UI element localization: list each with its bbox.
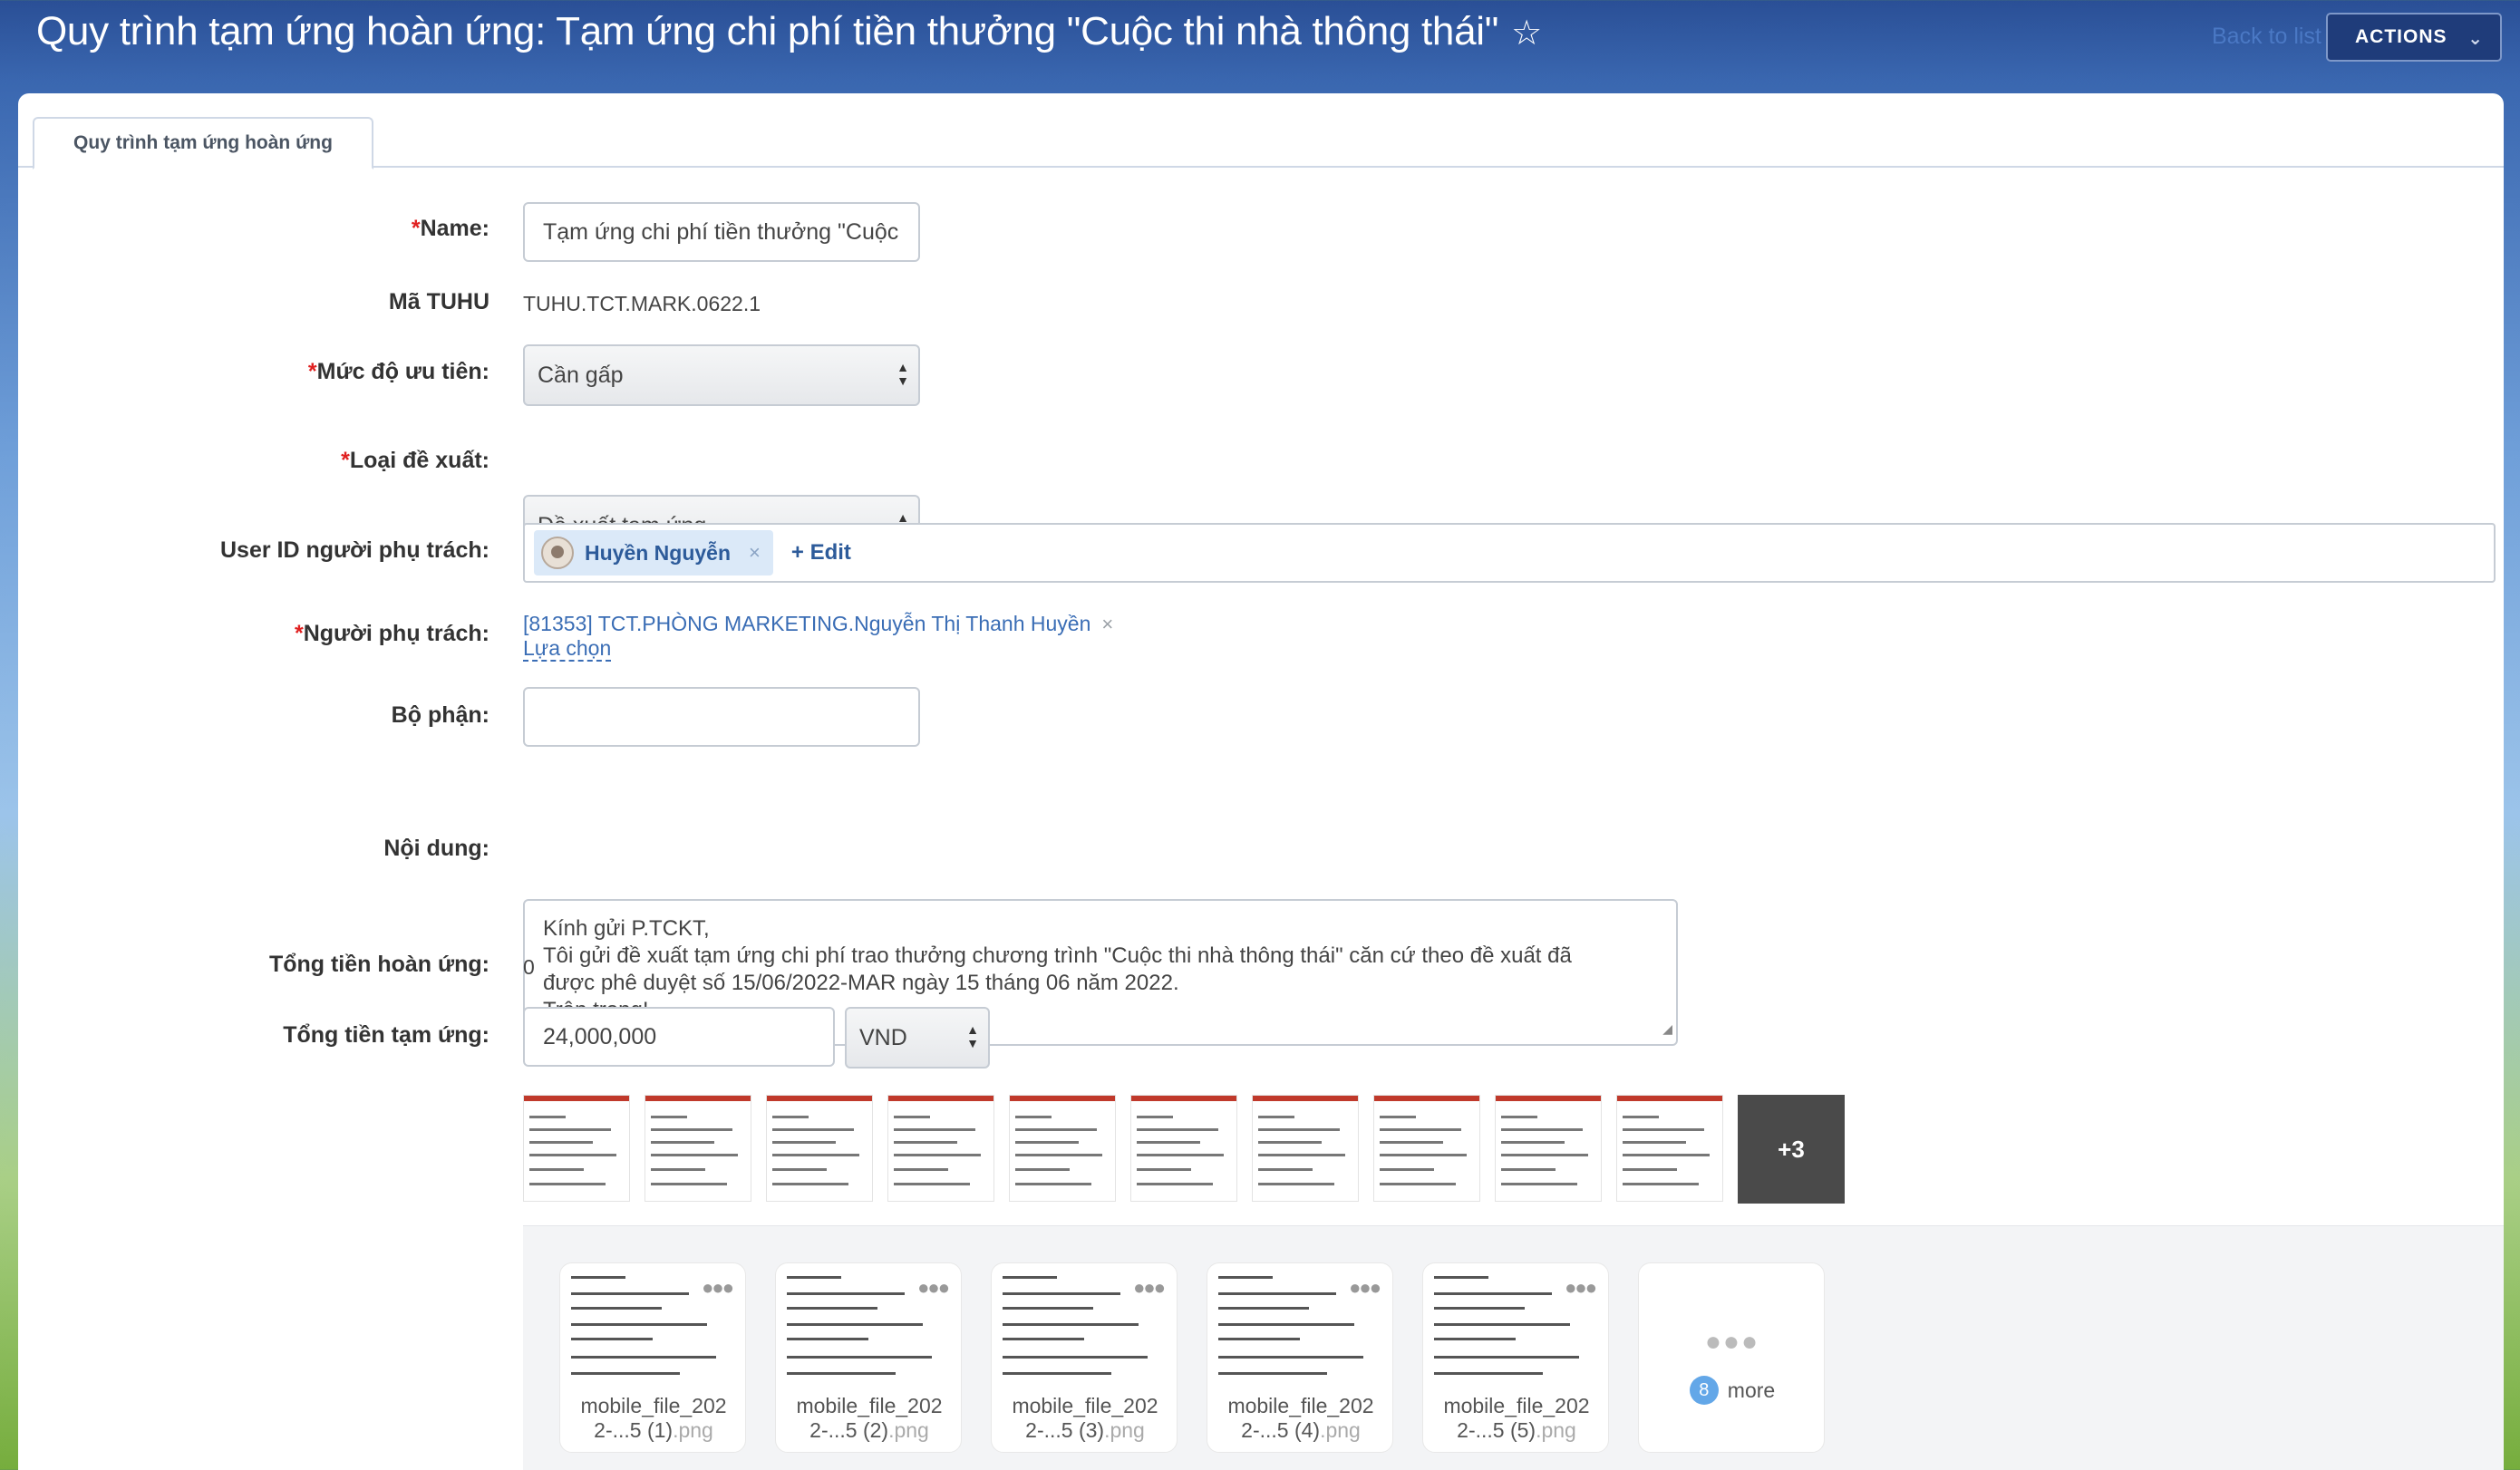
resize-handle-icon[interactable]: ◢ xyxy=(1662,1015,1672,1042)
page-title-text: Quy trình tạm ứng hoàn ứng: Tạm ứng chi … xyxy=(36,9,1499,53)
attachment-thumbnail[interactable] xyxy=(645,1095,751,1202)
department-label: Bộ phận: xyxy=(391,702,489,728)
code-label: Mã TUHU xyxy=(388,289,489,314)
close-icon[interactable]: × xyxy=(1101,613,1113,635)
advance-total-input[interactable]: 24,000,000 xyxy=(523,1007,835,1067)
content-label: Nội dung: xyxy=(383,836,489,861)
code-value: TUHU.TCT.MARK.0622.1 xyxy=(523,292,761,315)
owner-label: *Người phụ trách: xyxy=(294,621,489,646)
content-line: Tôi gửi đề xuất tạm ứng chi phí trao thư… xyxy=(543,943,1572,968)
attachment-thumbnail[interactable] xyxy=(523,1095,630,1202)
file-name: mobile_file_202 2-...5 (4).png xyxy=(1227,1394,1374,1442)
actions-label: ACTIONS xyxy=(2355,26,2447,47)
attachment-thumbnail[interactable] xyxy=(1130,1095,1237,1202)
owner-value[interactable]: [81353] TCT.PHÒNG MARKETING.Nguyễn Thị T… xyxy=(523,612,1090,635)
content-line: được phê duyệt số 15/06/2022-MAR ngày 15… xyxy=(543,971,1179,995)
user-id-box[interactable]: Huyền Nguyễn × + Edit xyxy=(523,523,2496,583)
select-arrows-icon: ▲▼ xyxy=(966,1022,979,1050)
file-name: mobile_file_202 2-...5 (2).png xyxy=(796,1394,943,1442)
file-name: mobile_file_202 2-...5 (5).png xyxy=(1443,1394,1590,1442)
refund-total-value: 0 xyxy=(523,955,535,979)
header-bar: Quy trình tạm ứng hoàn ứng: Tạm ứng chi … xyxy=(0,0,2520,94)
edit-user-link[interactable]: + Edit xyxy=(791,540,851,566)
priority-value: Cần gấp xyxy=(538,362,624,388)
tab-bar: Quy trình tạm ứng hoàn ứng xyxy=(18,117,2504,169)
file-card[interactable]: ●●● mobile_file_202 2-...5 (3).png xyxy=(991,1262,1178,1453)
file-card[interactable]: ●●● mobile_file_202 2-...5 (4).png xyxy=(1207,1262,1393,1453)
name-input[interactable]: Tạm ứng chi phí tiền thưởng "Cuộc xyxy=(523,202,920,262)
close-icon[interactable]: × xyxy=(749,541,761,565)
more-options-icon[interactable]: ●●● xyxy=(702,1276,734,1300)
more-options-icon[interactable]: ●●● xyxy=(1133,1276,1166,1300)
file-name: mobile_file_202 2-...5 (1).png xyxy=(580,1394,727,1442)
file-gallery: ●●● mobile_file_202 2-...5 (1).png ●●● mo… xyxy=(523,1225,2504,1470)
attachment-thumbnail[interactable] xyxy=(766,1095,873,1202)
attachment-thumbnail[interactable] xyxy=(887,1095,994,1202)
attachment-thumbnail[interactable] xyxy=(1373,1095,1480,1202)
more-options-icon[interactable]: ●●● xyxy=(917,1276,950,1300)
more-options-icon[interactable]: ●●● xyxy=(1565,1276,1597,1300)
attachment-thumbnail[interactable] xyxy=(1009,1095,1116,1202)
star-icon[interactable]: ☆ xyxy=(1511,15,1542,53)
more-count-badge: 8 xyxy=(1689,1376,1719,1405)
refund-total-label: Tổng tiền hoàn ứng: xyxy=(268,952,489,977)
file-card[interactable]: ●●● mobile_file_202 2-...5 (5).png xyxy=(1422,1262,1609,1453)
file-card[interactable]: ●●● mobile_file_202 2-...5 (2).png xyxy=(775,1262,962,1453)
content-line: Kính gửi P.TCKT, xyxy=(543,916,710,941)
page-title: Quy trình tạm ứng hoàn ứng: Tạm ứng chi … xyxy=(36,9,1542,54)
more-files-card[interactable]: ●●● 8 more xyxy=(1638,1262,1825,1453)
advance-total-label: Tổng tiền tạm ứng: xyxy=(283,1022,489,1048)
more-files-row: 8 more xyxy=(1639,1376,1826,1405)
dots-icon: ●●● xyxy=(1704,1327,1760,1357)
attachment-thumbnail[interactable] xyxy=(1495,1095,1602,1202)
back-to-list-link[interactable]: Back to list xyxy=(2212,24,2321,50)
attachment-thumbnail[interactable] xyxy=(1252,1095,1359,1202)
user-chip-name: Huyền Nguyễn xyxy=(585,540,732,565)
attachment-thumbnails: +3 xyxy=(523,1095,1845,1204)
priority-select[interactable]: Cần gấp ▲ ▼ xyxy=(523,344,920,406)
currency-select[interactable]: VND ▲ ▼ xyxy=(845,1007,990,1069)
file-name: mobile_file_202 2-...5 (3).png xyxy=(1012,1394,1158,1442)
more-options-icon[interactable]: ●●● xyxy=(1349,1276,1381,1300)
file-card[interactable]: ●●● mobile_file_202 2-...5 (1).png xyxy=(559,1262,746,1453)
name-label: *Name: xyxy=(411,216,489,241)
more-thumbnails-button[interactable]: +3 xyxy=(1738,1095,1845,1204)
priority-label: *Mức độ ưu tiên: xyxy=(307,359,489,384)
proposal-type-label: *Loại đề xuất: xyxy=(341,448,489,473)
tab-quy-trinh[interactable]: Quy trình tạm ứng hoàn ứng xyxy=(33,117,373,169)
avatar xyxy=(541,537,574,569)
department-input[interactable] xyxy=(523,687,920,747)
currency-value: VND xyxy=(859,1024,907,1050)
select-owner-link[interactable]: Lựa chọn xyxy=(523,636,612,662)
attachment-thumbnail[interactable] xyxy=(1616,1095,1723,1202)
user-chip: Huyền Nguyễn × xyxy=(534,530,773,575)
more-files-label: more xyxy=(1727,1378,1776,1402)
owner-field: [81353] TCT.PHÒNG MARKETING.Nguyễn Thị T… xyxy=(523,612,1113,662)
user-id-label: User ID người phụ trách: xyxy=(219,537,489,563)
actions-button[interactable]: ACTIONS ⌄ xyxy=(2326,13,2502,62)
chevron-down-icon: ⌄ xyxy=(2467,29,2484,49)
select-arrows-icon: ▲▼ xyxy=(897,360,909,388)
